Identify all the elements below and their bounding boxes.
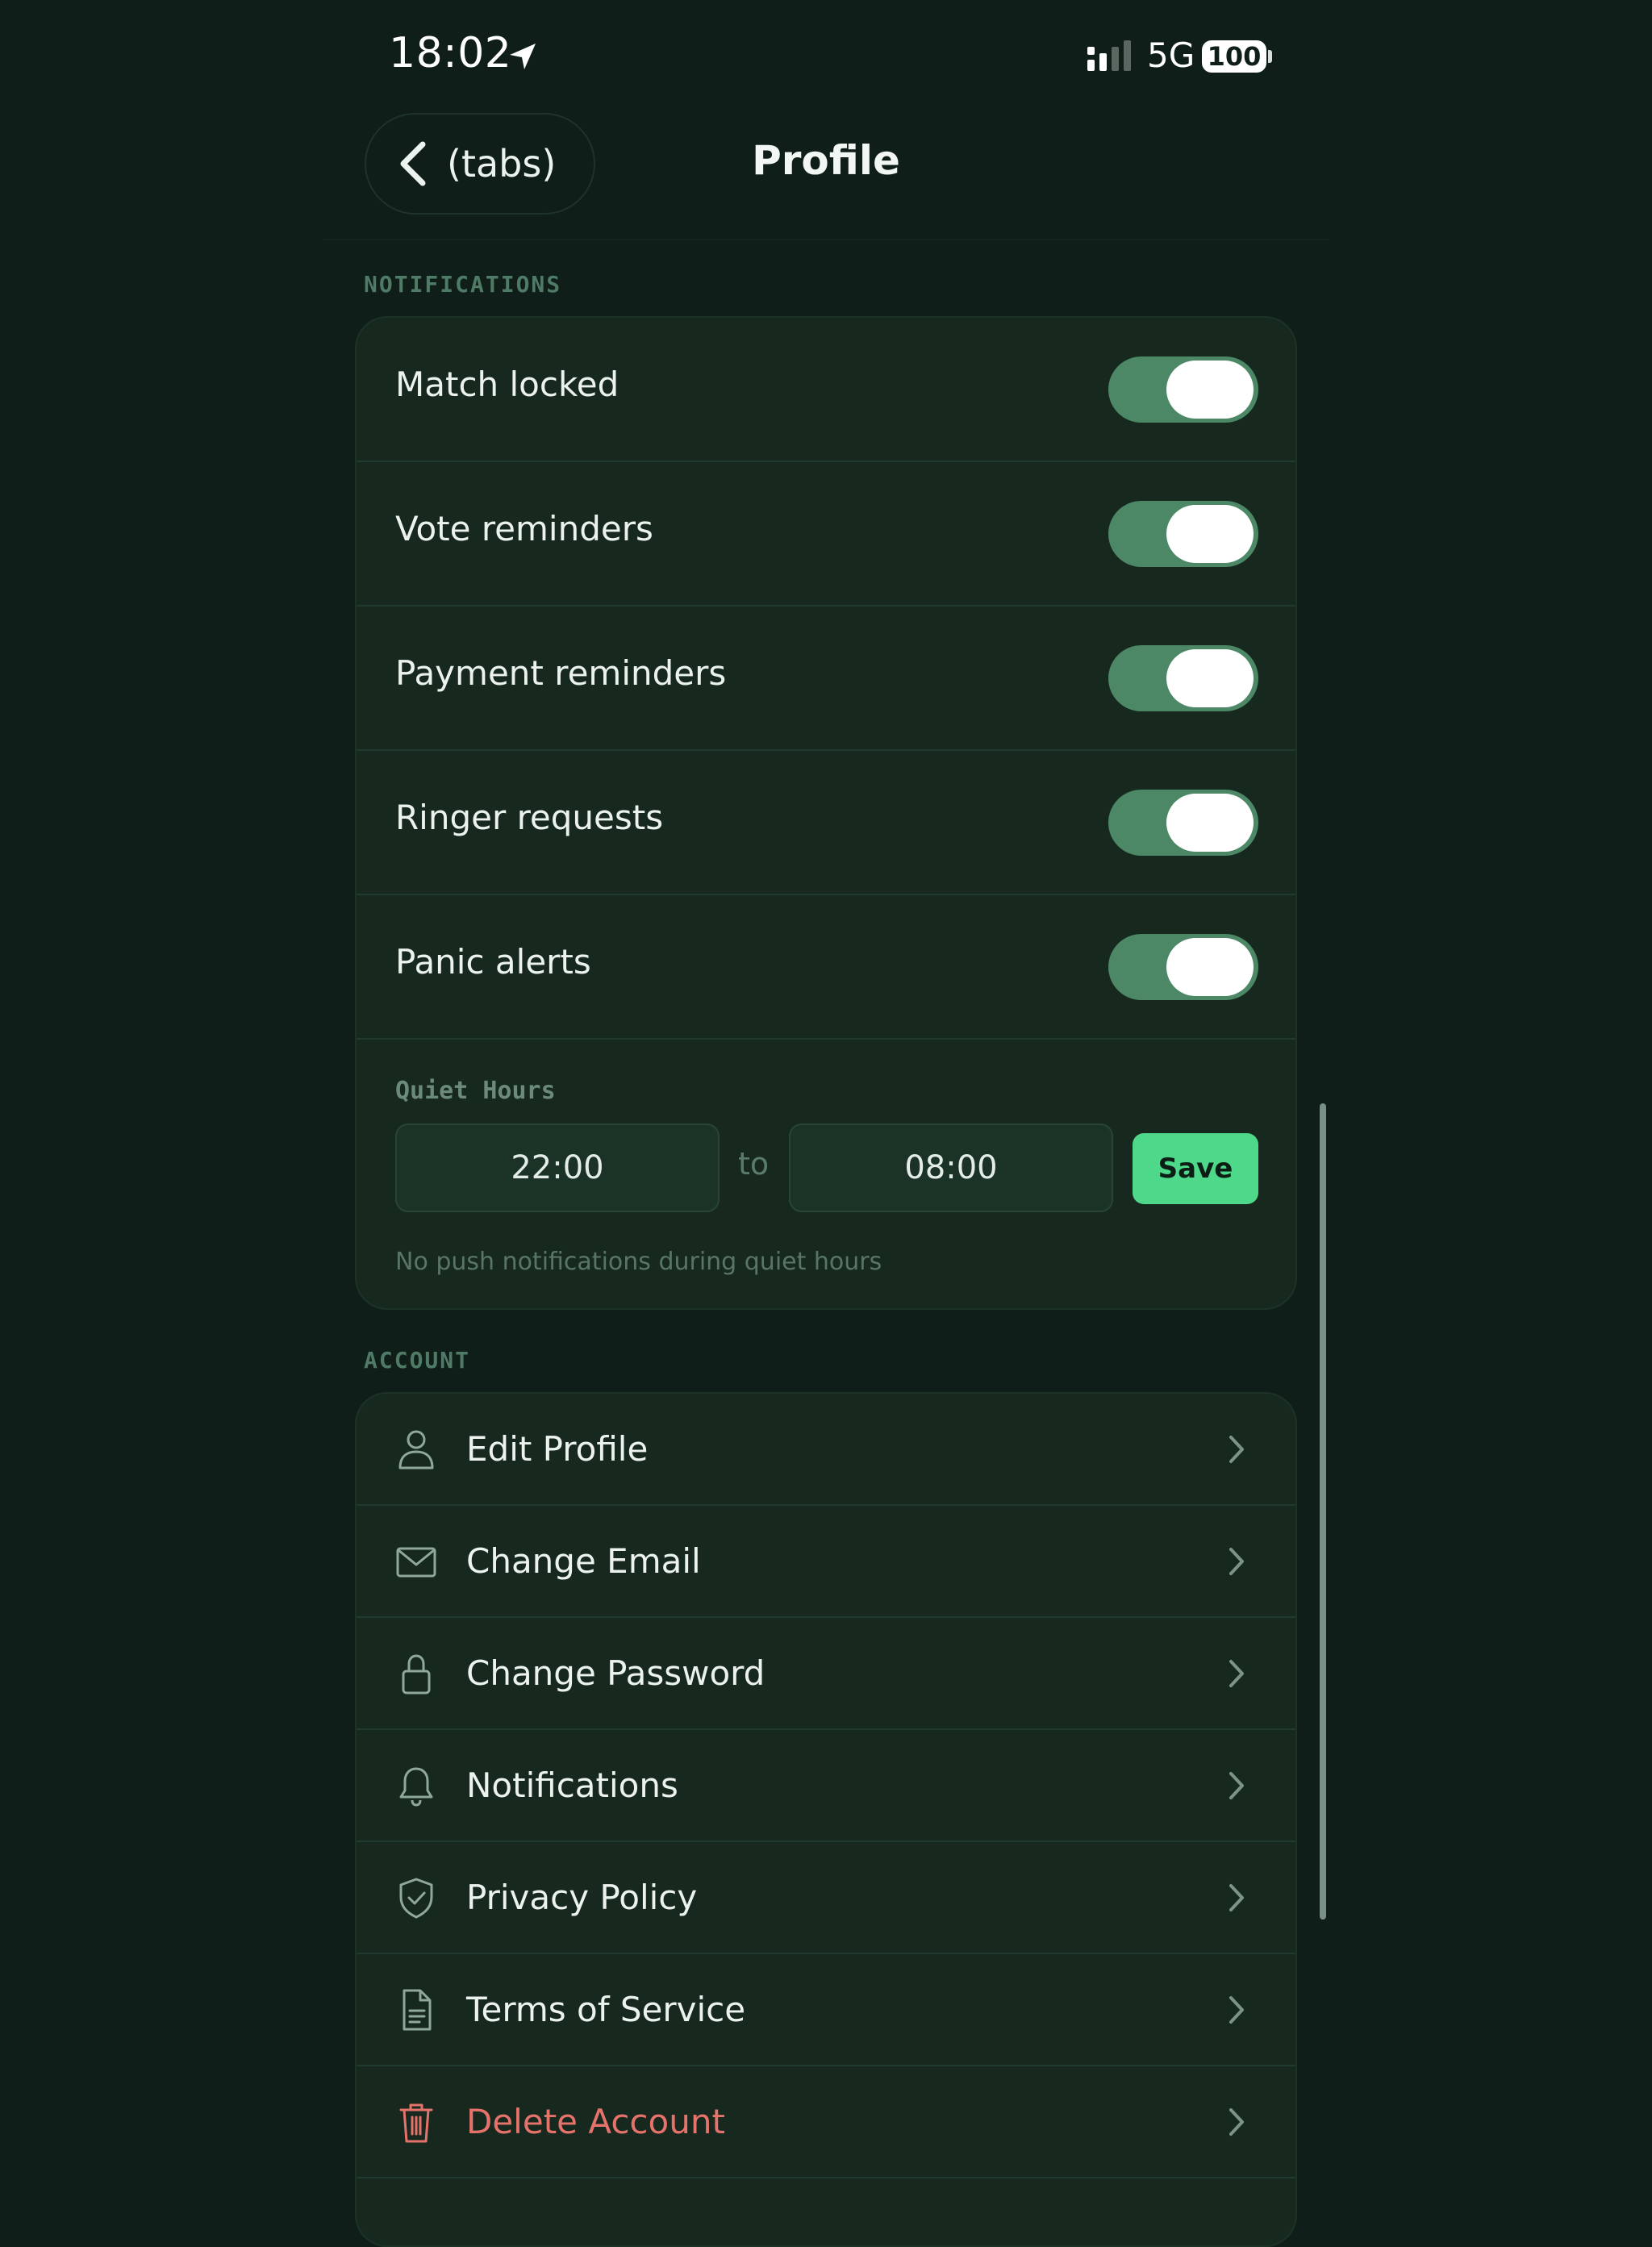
account-section-header: ACCOUNT	[364, 1347, 471, 1374]
vote-reminders-switch[interactable]	[1108, 501, 1258, 567]
menu-item-label: Change Email	[466, 1541, 701, 1581]
switch-knob	[1166, 649, 1254, 707]
vertical-scrollbar[interactable]	[1320, 1103, 1326, 1920]
payment-reminders-switch[interactable]	[1108, 645, 1258, 711]
battery-tip	[1268, 50, 1272, 63]
battery-indicator: 100	[1202, 40, 1266, 73]
person-icon	[398, 1430, 434, 1470]
menu-item-delete-account[interactable]: Delete Account	[357, 2066, 1295, 2178]
nav-divider	[323, 239, 1329, 240]
chevron-right-icon	[1229, 2108, 1244, 2136]
menu-item-label: Delete Account	[466, 2102, 725, 2141]
toggle-row-vote-reminders: Vote reminders	[357, 462, 1295, 607]
menu-item-notifications[interactable]: Notifications	[357, 1730, 1295, 1842]
switch-knob	[1166, 938, 1254, 996]
toggle-label: Match locked	[395, 365, 620, 404]
shield-check-icon	[399, 1878, 433, 1919]
menu-item-privacy-policy[interactable]: Privacy Policy	[357, 1842, 1295, 1954]
toggle-label: Panic alerts	[395, 942, 591, 982]
toggle-row-match-locked: Match locked	[357, 318, 1295, 462]
menu-item-edit-profile[interactable]: Edit Profile	[357, 1394, 1295, 1506]
chevron-right-icon	[1229, 1548, 1244, 1575]
profile-screen: 18:02 5G 100 (tabs) Profile NOTIFICATION…	[0, 0, 1652, 2247]
menu-item-label: Privacy Policy	[466, 1878, 698, 1917]
chevron-right-icon	[1229, 1996, 1244, 2024]
switch-knob	[1166, 361, 1254, 419]
quiet-hours-block: Quiet Hours 22:00 to 08:00 Save No push …	[357, 1040, 1295, 1308]
chevron-left-icon	[400, 141, 426, 186]
notifications-section-header: NOTIFICATIONS	[364, 271, 562, 298]
account-card: Edit Profile Change Email Change Passwor…	[355, 1392, 1297, 2247]
network-type: 5G	[1147, 35, 1195, 75]
match-locked-switch[interactable]	[1108, 356, 1258, 423]
switch-knob	[1166, 794, 1254, 852]
menu-item-change-email[interactable]: Change Email	[357, 1506, 1295, 1618]
back-button[interactable]: (tabs)	[365, 113, 595, 215]
location-arrow-icon	[510, 44, 536, 69]
chevron-right-icon	[1229, 1884, 1244, 1911]
quiet-hours-save-button[interactable]: Save	[1133, 1133, 1258, 1204]
lock-icon	[402, 1654, 431, 1695]
toggle-label: Payment reminders	[395, 653, 727, 693]
toggle-row-panic-alerts: Panic alerts	[357, 895, 1295, 1040]
chevron-right-icon	[1229, 1772, 1244, 1799]
chevron-right-icon	[1229, 1436, 1244, 1463]
toggle-row-ringer-requests: Ringer requests	[357, 751, 1295, 895]
toggle-row-payment-reminders: Payment reminders	[357, 607, 1295, 751]
cellular-signal-icon	[1087, 40, 1131, 71]
trash-icon	[399, 2103, 433, 2143]
quiet-hours-separator: to	[738, 1146, 770, 1182]
switch-knob	[1166, 505, 1254, 563]
quiet-hours-start-input[interactable]: 22:00	[395, 1124, 720, 1212]
menu-item-label: Edit Profile	[466, 1429, 649, 1469]
quiet-hours-end-input[interactable]: 08:00	[789, 1124, 1113, 1212]
quiet-hours-label: Quiet Hours	[395, 1077, 556, 1105]
toggle-label: Vote reminders	[395, 509, 653, 548]
document-icon	[403, 1989, 432, 2031]
ringer-requests-switch[interactable]	[1108, 790, 1258, 856]
page-title: Profile	[752, 137, 900, 184]
menu-item-label: Change Password	[466, 1653, 766, 1693]
status-time: 18:02	[389, 29, 512, 77]
toggle-label: Ringer requests	[395, 798, 664, 837]
menu-item-change-password[interactable]: Change Password	[357, 1618, 1295, 1730]
bell-icon	[399, 1767, 433, 1807]
envelope-icon	[396, 1547, 436, 1578]
notifications-card: Match locked Vote reminders Payment remi…	[355, 316, 1297, 1310]
menu-item-terms-of-service[interactable]: Terms of Service	[357, 1954, 1295, 2066]
menu-item-label: Terms of Service	[466, 1990, 746, 2029]
chevron-right-icon	[1229, 1660, 1244, 1687]
panic-alerts-switch[interactable]	[1108, 934, 1258, 1000]
quiet-hours-hint: No push notifications during quiet hours	[395, 1248, 882, 1276]
menu-item-label: Notifications	[466, 1766, 678, 1805]
back-button-label: (tabs)	[447, 142, 557, 186]
